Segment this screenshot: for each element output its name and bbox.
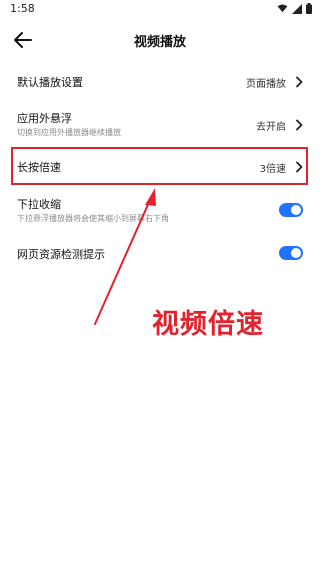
status-bar: 1:58 <box>0 0 320 18</box>
page-title: 视频播放 <box>133 35 186 50</box>
pull-down-shrink-toggle[interactable] <box>279 203 303 217</box>
default-player-value: 页面播放 <box>246 79 286 90</box>
highlight-box <box>11 147 308 185</box>
signal-icon <box>292 3 302 14</box>
setting-external-float[interactable]: 应用外悬浮 切换到应用外播放器继续播放 去开启 <box>0 106 320 142</box>
chevron-right-icon <box>296 119 303 131</box>
resource-detect-label: 网页资源检测提示 <box>17 248 105 261</box>
resource-detect-toggle[interactable] <box>279 246 303 260</box>
wifi-icon <box>277 4 288 13</box>
setting-resource-detect: 网页资源检测提示 <box>0 238 320 268</box>
default-player-label: 默认播放设置 <box>17 76 83 89</box>
annotation-label: 视频倍速 <box>151 308 264 340</box>
toggle-knob <box>291 205 301 215</box>
external-float-value: 去开启 <box>256 122 286 133</box>
app-header: 视频播放 <box>0 22 320 58</box>
chevron-right-icon <box>296 76 303 88</box>
pull-down-shrink-sublabel: 下拉悬浮播放器将会使其缩小到屏幕右下角 <box>17 214 169 223</box>
external-float-sublabel: 切换到应用外播放器继续播放 <box>17 128 121 137</box>
status-time: 1:58 <box>10 2 35 15</box>
toggle-knob <box>291 248 301 258</box>
pull-down-shrink-label: 下拉收缩 <box>17 198 61 211</box>
status-icons <box>277 3 312 14</box>
setting-default-player[interactable]: 默认播放设置 页面播放 <box>0 66 320 96</box>
battery-icon <box>306 3 312 14</box>
setting-pull-down-shrink: 下拉收缩 下拉悬浮播放器将会使其缩小到屏幕右下角 <box>0 192 320 228</box>
external-float-label: 应用外悬浮 <box>17 112 72 125</box>
